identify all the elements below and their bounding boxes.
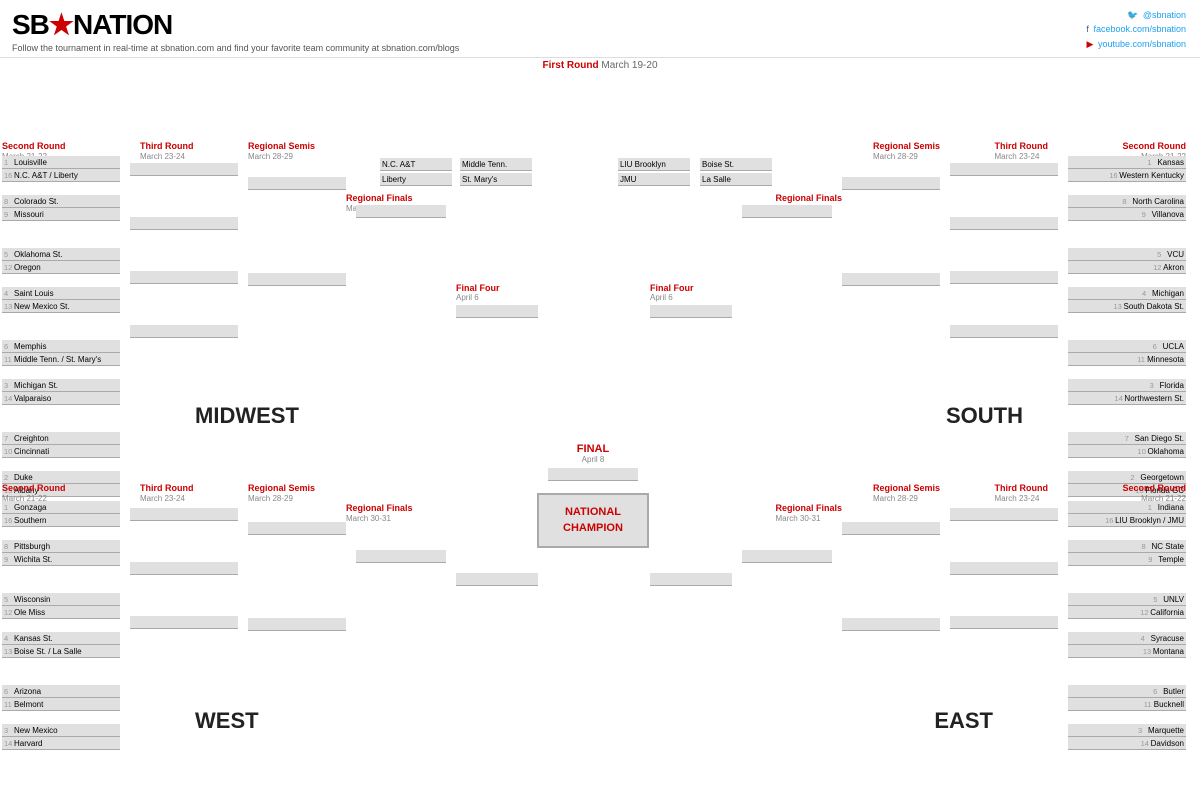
midwest-label: MIDWEST [195,403,299,429]
west-r4-col [356,550,446,563]
final-four-right: Final Four April 6 [650,283,732,318]
midwest-r3-header: Third Round March 23-24 [140,141,194,161]
playin-midwest-16: N.C. A&T Liberty [380,158,452,186]
midwest-r2-col [130,163,238,338]
south-r3-header: Third Round March 23-24 [995,141,1049,161]
midwest-semis-header: Regional Semis March 28-29 [248,141,315,161]
playin-midwest-11: Middle Tenn. St. Mary's [460,158,532,186]
playin-east-16: LIU Brooklyn JMU [618,158,690,186]
midwest-r1-col: 1Louisville 16N.C. A&T / Liberty 8Colora… [2,156,120,497]
east-r4-col [742,550,832,563]
header: SB★NATION Follow the tournament in real-… [0,0,1200,58]
final-four-left: Final Four April 6 [456,283,538,318]
final-four-right-bottom [650,573,732,586]
east-r1-col: 1Indiana 16LIU Brooklyn / JMU 8NC State … [1068,501,1186,750]
bracket: Second Round March 21-22 Third Round Mar… [0,73,1188,803]
final-section: FINAL April 8 [548,443,638,481]
west-label: WEST [195,708,259,734]
east-label: EAST [934,708,993,734]
national-champion-box: NATIONAL CHAMPION [537,493,649,548]
facebook-link[interactable]: f facebook.com/sbnation [1086,22,1188,36]
midwest-r3-col [248,177,346,286]
south-semis-header: Regional Semis March 28-29 [873,141,940,161]
twitter-link[interactable]: 🐦 @sbnation [1086,8,1188,22]
west-finals-header: Regional Finals March 30-31 [346,503,413,523]
south-r4-col [742,205,832,218]
playin-south-13: Boise St. La Salle [700,158,772,186]
first-round-header: First Round March 19-20 [0,60,1200,71]
social-links: 🐦 @sbnation f facebook.com/sbnation ▶ yo… [1086,8,1188,51]
west-r1-col: 1Gonzaga 16Southern 8Pittsburgh 9Wichita… [2,501,120,750]
west-semis-header: Regional Semis March 28-29 [248,483,315,503]
east-r3-header: Third Round March 23-24 [995,483,1049,503]
site-logo: SB★NATION [12,8,459,41]
east-r3-col [842,522,940,631]
tagline: Follow the tournament in real-time at sb… [12,43,459,53]
midwest-r4-col [356,205,446,218]
west-r2-col [130,508,238,629]
final-four-left-bottom [456,573,538,586]
south-r1-col: 1Kansas 16Western Kentucky 8North Caroli… [1068,156,1186,497]
west-r3-header: Third Round March 23-24 [140,483,194,503]
south-r2-col [950,163,1058,338]
youtube-link[interactable]: ▶ youtube.com/sbnation [1086,37,1188,51]
east-r2-col [950,508,1058,629]
south-label: SOUTH [946,403,1023,429]
east-finals-header: Regional Finals March 30-31 [775,503,842,523]
west-r3-col [248,522,346,631]
east-semis-header: Regional Semis March 28-29 [873,483,940,503]
south-r3-col [842,177,940,286]
